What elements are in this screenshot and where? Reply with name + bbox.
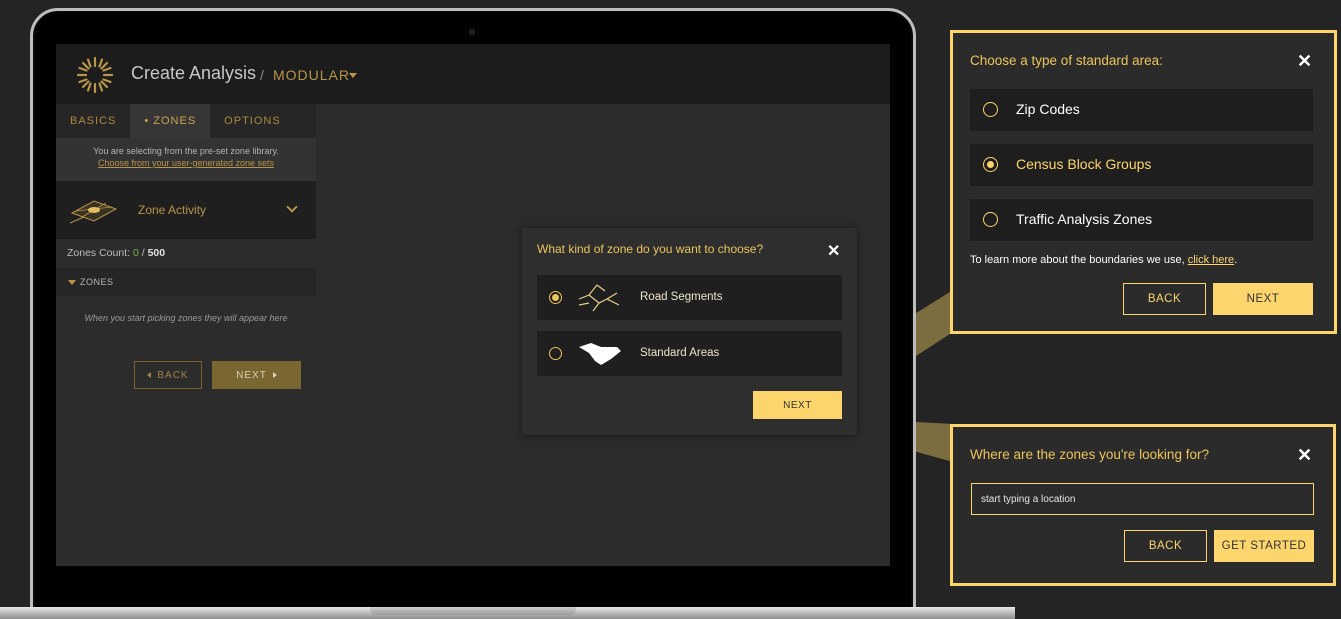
learn-more-end: . (1234, 254, 1238, 266)
option-traffic-analysis-zones[interactable]: Traffic Analysis Zones (970, 199, 1313, 241)
zones-count-separator: / (141, 247, 145, 259)
radio-zip-codes[interactable] (983, 102, 998, 117)
zones-section-label: ZONES (80, 277, 114, 287)
option-label: Standard Areas (640, 347, 720, 359)
learn-more-label: To learn more about the boundaries we us… (970, 254, 1188, 266)
page-title: Create Analysis (131, 63, 257, 83)
zone-activity-label: Zone Activity (138, 203, 207, 217)
triangle-down-icon (68, 280, 76, 285)
back-button-label: BACK (157, 369, 189, 381)
zones-count-max: 500 (147, 247, 166, 259)
callout-next-button[interactable]: NEXT (1213, 283, 1313, 315)
laptop-notch (370, 607, 576, 615)
zones-section-toggle[interactable]: ZONES (56, 268, 316, 296)
get-started-button[interactable]: GET STARTED (1214, 530, 1314, 562)
webcam (469, 29, 475, 35)
app-header: Create Analysis / MODULAR (56, 44, 890, 104)
zone-type-dialog: What kind of zone do you want to choose?… (522, 228, 857, 435)
zones-count-value: 0 (132, 247, 139, 259)
standard-areas-icon (579, 343, 621, 365)
library-note: You are selecting from the pre-set zone … (56, 138, 316, 181)
option-label: Road Segments (640, 291, 723, 303)
road-segments-icon (578, 284, 620, 312)
callout-title: Choose a type of standard area: (970, 53, 1163, 68)
library-note-text: You are selecting from the pre-set zone … (93, 146, 279, 156)
sidebar: BASICS • ZONES OPTIONS You are selecting… (56, 104, 316, 566)
title-separator: / (260, 67, 264, 83)
dialog-next-button[interactable]: NEXT (753, 391, 842, 419)
back-button[interactable]: BACK (134, 361, 202, 389)
tab-zones[interactable]: • ZONES (130, 104, 211, 138)
learn-more-text: To learn more about the boundaries we us… (970, 254, 1237, 266)
option-label: Zip Codes (1016, 101, 1080, 117)
stage: Create Analysis / MODULAR BASICS • ZONES… (0, 0, 1341, 619)
sunburst-logo-icon[interactable] (76, 56, 114, 94)
option-census-block-groups[interactable]: Census Block Groups (970, 144, 1313, 186)
close-icon[interactable]: ✕ (1297, 51, 1312, 72)
zone-activity-map-icon (69, 200, 118, 224)
sidebar-tabs: BASICS • ZONES OPTIONS (56, 104, 316, 138)
option-standard-areas[interactable]: Standard Areas (537, 331, 842, 376)
standard-area-callout: Choose a type of standard area: ✕ Zip Co… (950, 30, 1337, 334)
location-callout: Where are the zones you're looking for? … (950, 424, 1336, 586)
callout-back-button[interactable]: BACK (1124, 530, 1207, 562)
user-zone-sets-link[interactable]: Choose from your user-generated zone set… (98, 158, 274, 168)
callout-back-button[interactable]: BACK (1123, 283, 1206, 315)
arrow-right-icon (272, 372, 277, 378)
dialog-title: What kind of zone do you want to choose? (537, 242, 764, 256)
location-search-input[interactable] (971, 483, 1314, 515)
tab-options[interactable]: OPTIONS (210, 104, 295, 138)
next-button-label: NEXT (236, 369, 267, 381)
click-here-link[interactable]: click here (1188, 254, 1234, 266)
radio-census-block-groups[interactable] (983, 157, 998, 172)
option-label: Census Block Groups (1016, 156, 1152, 172)
radio-traffic-analysis-zones[interactable] (983, 212, 998, 227)
zones-count-label: Zones Count: (67, 247, 131, 259)
chevron-down-icon (286, 201, 298, 213)
option-label: Traffic Analysis Zones (1016, 211, 1153, 227)
zone-activity-selector[interactable]: Zone Activity (56, 181, 316, 239)
radio-standard-areas[interactable] (549, 347, 562, 360)
zones-count: Zones Count: 0 / 500 (67, 247, 165, 259)
caret-down-icon[interactable] (349, 73, 357, 78)
close-icon[interactable]: ✕ (827, 241, 840, 261)
next-button[interactable]: NEXT (212, 361, 301, 389)
option-zip-codes[interactable]: Zip Codes (970, 89, 1313, 131)
arrow-left-icon (147, 372, 152, 378)
zones-empty-message: When you start picking zones they will a… (84, 313, 288, 323)
callout-title: Where are the zones you're looking for? (970, 447, 1209, 462)
option-road-segments[interactable]: Road Segments (537, 275, 842, 320)
close-icon[interactable]: ✕ (1297, 445, 1312, 466)
mode-dropdown[interactable]: MODULAR (273, 67, 350, 83)
radio-road-segments[interactable] (549, 291, 562, 304)
tab-basics[interactable]: BASICS (56, 104, 130, 138)
